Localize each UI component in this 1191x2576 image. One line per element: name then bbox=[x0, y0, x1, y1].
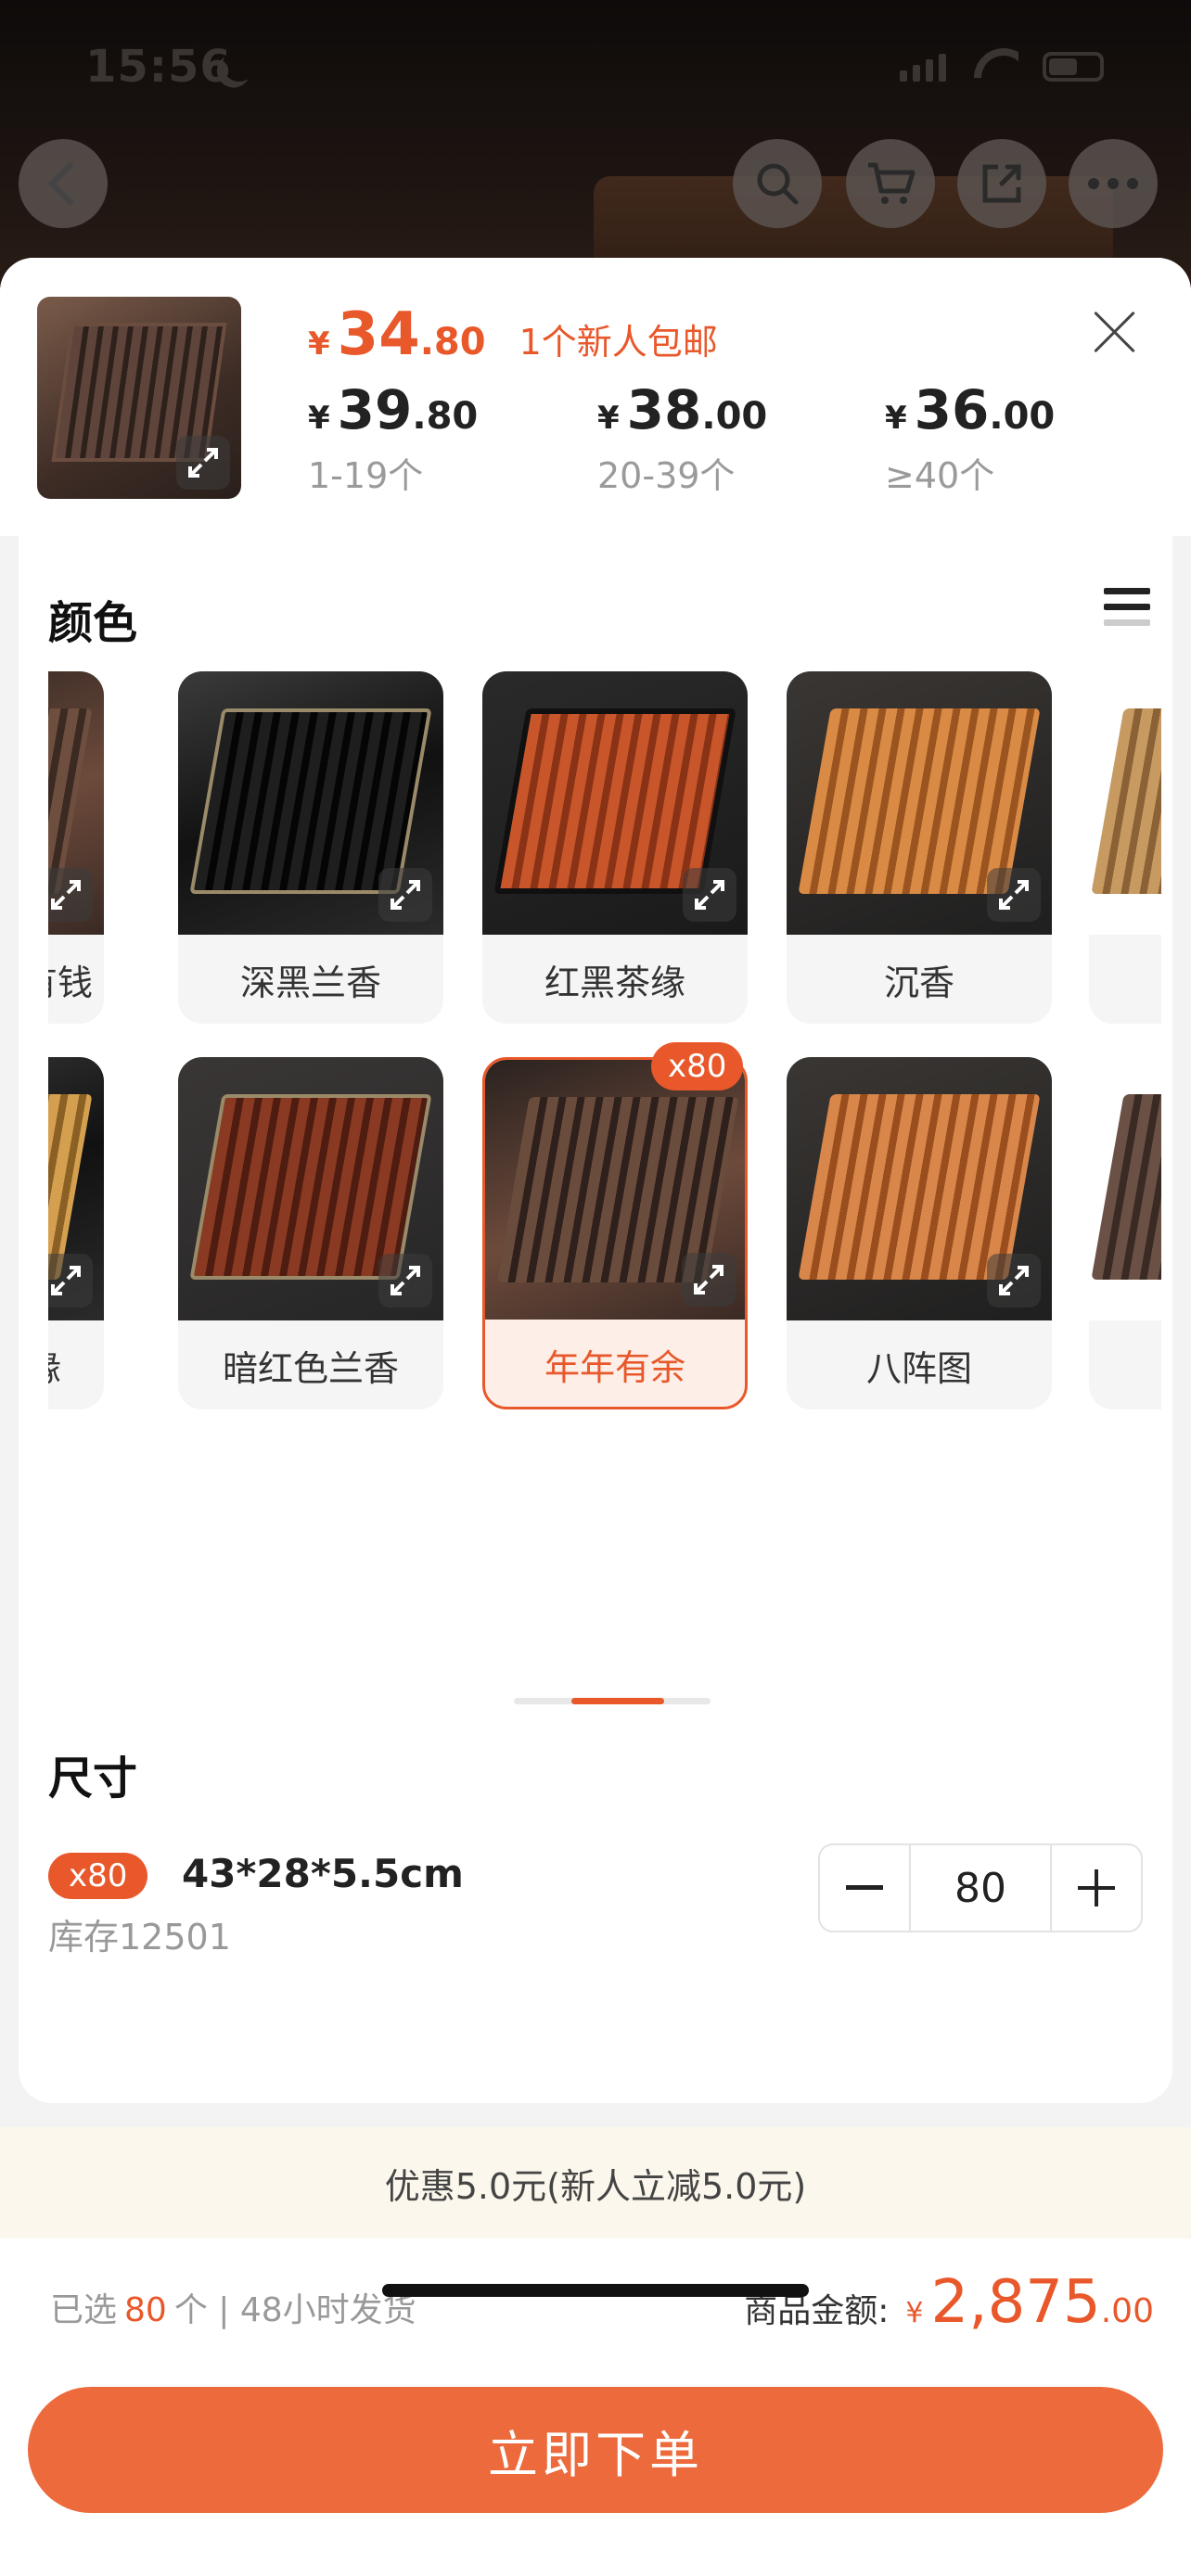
tier-range: ≥40个 bbox=[885, 455, 995, 496]
expand-icon[interactable] bbox=[682, 1253, 736, 1307]
options-panel: 颜色 有钱 深黑兰香 红黑茶缘 沉香 bbox=[19, 536, 1172, 2103]
expand-icon[interactable] bbox=[48, 868, 93, 922]
search-button[interactable] bbox=[733, 139, 822, 228]
color-row-1: 有钱 深黑兰香 红黑茶缘 沉香 bbox=[48, 671, 1161, 1024]
back-button[interactable] bbox=[19, 139, 108, 228]
more-icon bbox=[1088, 178, 1138, 189]
color-option-label: 年年有余 bbox=[544, 1346, 685, 1388]
home-indicator bbox=[382, 2284, 809, 2297]
price-integer: 34 bbox=[337, 300, 420, 369]
expand-icon[interactable] bbox=[683, 868, 736, 922]
currency-symbol: ¥ bbox=[308, 325, 330, 363]
color-option-label: 暗红色兰香 bbox=[222, 1347, 399, 1389]
sheet-header: ¥ 34 .80 1个新人包邮 ¥39.80 1-19个 ¥38.00 20-3… bbox=[0, 258, 1191, 536]
plus-icon bbox=[1078, 1869, 1115, 1906]
place-order-button[interactable]: 立即下单 bbox=[28, 2387, 1163, 2513]
selected-summary: 已选 80 个 | 48小时发货 bbox=[50, 2291, 416, 2329]
color-option[interactable]: 深黑兰香 bbox=[178, 671, 443, 1024]
decrease-button[interactable] bbox=[820, 1845, 909, 1931]
cart-button[interactable] bbox=[846, 139, 935, 228]
selected-quantity-badge: x80 bbox=[651, 1042, 744, 1090]
price-tier: ¥36.00 ≥40个 bbox=[885, 378, 1056, 496]
color-option-label: 有钱 bbox=[48, 962, 93, 1003]
size-section-title: 尺寸 bbox=[48, 1753, 138, 1804]
expand-icon[interactable] bbox=[378, 1254, 432, 1307]
tier-range: 1-19个 bbox=[308, 455, 424, 496]
product-thumbnail[interactable] bbox=[37, 297, 241, 499]
quantity-stepper: 80 bbox=[818, 1843, 1143, 1932]
color-option-label: 茶缘 bbox=[48, 1320, 104, 1409]
wifi-icon bbox=[974, 48, 1018, 82]
selected-count: 80 bbox=[124, 2291, 167, 2329]
status-bar: 15:56 bbox=[0, 37, 1191, 102]
expand-icon[interactable] bbox=[176, 436, 230, 490]
expand-icon[interactable] bbox=[987, 1254, 1041, 1307]
page-indicator bbox=[514, 1698, 711, 1704]
expand-icon[interactable] bbox=[987, 868, 1041, 922]
size-name: 43*28*5.5cm bbox=[182, 1851, 464, 1896]
sku-sheet: ¥ 34 .80 1个新人包邮 ¥39.80 1-19个 ¥38.00 20-3… bbox=[0, 258, 1191, 2576]
share-icon bbox=[982, 164, 1021, 203]
color-option[interactable] bbox=[1089, 1057, 1161, 1409]
close-icon[interactable] bbox=[1089, 306, 1141, 358]
status-time: 15:56 bbox=[85, 41, 232, 93]
minus-icon bbox=[846, 1885, 883, 1890]
discount-banner: 优惠5.0元(新人立减5.0元) bbox=[0, 2127, 1191, 2238]
color-section-title: 颜色 bbox=[48, 597, 138, 649]
price-tier: ¥39.80 1-19个 bbox=[308, 378, 479, 496]
total-amount: 商品金额: ¥ 2,875 .00 bbox=[744, 2268, 1154, 2337]
color-option[interactable]: 有钱 bbox=[48, 671, 104, 1024]
more-button[interactable] bbox=[1069, 139, 1158, 228]
color-option-label: 红黑茶缘 bbox=[544, 962, 685, 1003]
promo-price: ¥ 34 .80 1个新人包邮 bbox=[308, 300, 718, 369]
color-option-label: 八阵图 bbox=[865, 1347, 972, 1389]
size-quantity-badge: x80 bbox=[48, 1853, 148, 1899]
color-option-selected[interactable]: 年年有余 bbox=[482, 1057, 748, 1409]
tier-range: 20-39个 bbox=[597, 455, 736, 496]
chevron-left-icon bbox=[47, 162, 73, 205]
color-option-label: 深黑兰香 bbox=[239, 962, 381, 1003]
battery-icon bbox=[1043, 52, 1104, 82]
share-button[interactable] bbox=[957, 139, 1046, 228]
color-option-label: 沉香 bbox=[883, 962, 954, 1003]
signal-icon bbox=[900, 54, 946, 82]
color-option[interactable]: 茶缘 bbox=[48, 1057, 104, 1409]
color-option[interactable]: 暗红色兰香 bbox=[178, 1057, 443, 1409]
cart-icon bbox=[868, 162, 916, 204]
search-icon bbox=[757, 163, 799, 205]
promo-text: 1个新人包邮 bbox=[519, 322, 718, 363]
quantity-input[interactable]: 80 bbox=[909, 1845, 1052, 1931]
color-option[interactable]: 红黑茶缘 bbox=[482, 671, 748, 1024]
increase-button[interactable] bbox=[1052, 1845, 1141, 1931]
color-option[interactable]: 八阵图 bbox=[787, 1057, 1052, 1409]
color-option[interactable] bbox=[1089, 671, 1161, 1024]
list-view-icon[interactable] bbox=[1104, 588, 1150, 635]
color-row-2: 茶缘 暗红色兰香 年年有余 八阵图 bbox=[48, 1057, 1161, 1419]
expand-icon[interactable] bbox=[378, 868, 432, 922]
color-option[interactable]: 沉香 bbox=[787, 671, 1052, 1024]
price-decimal: .80 bbox=[419, 321, 486, 363]
price-tier: ¥38.00 20-39个 bbox=[597, 378, 768, 496]
expand-icon[interactable] bbox=[48, 1254, 93, 1307]
stock-text: 库存12501 bbox=[48, 1917, 231, 1958]
